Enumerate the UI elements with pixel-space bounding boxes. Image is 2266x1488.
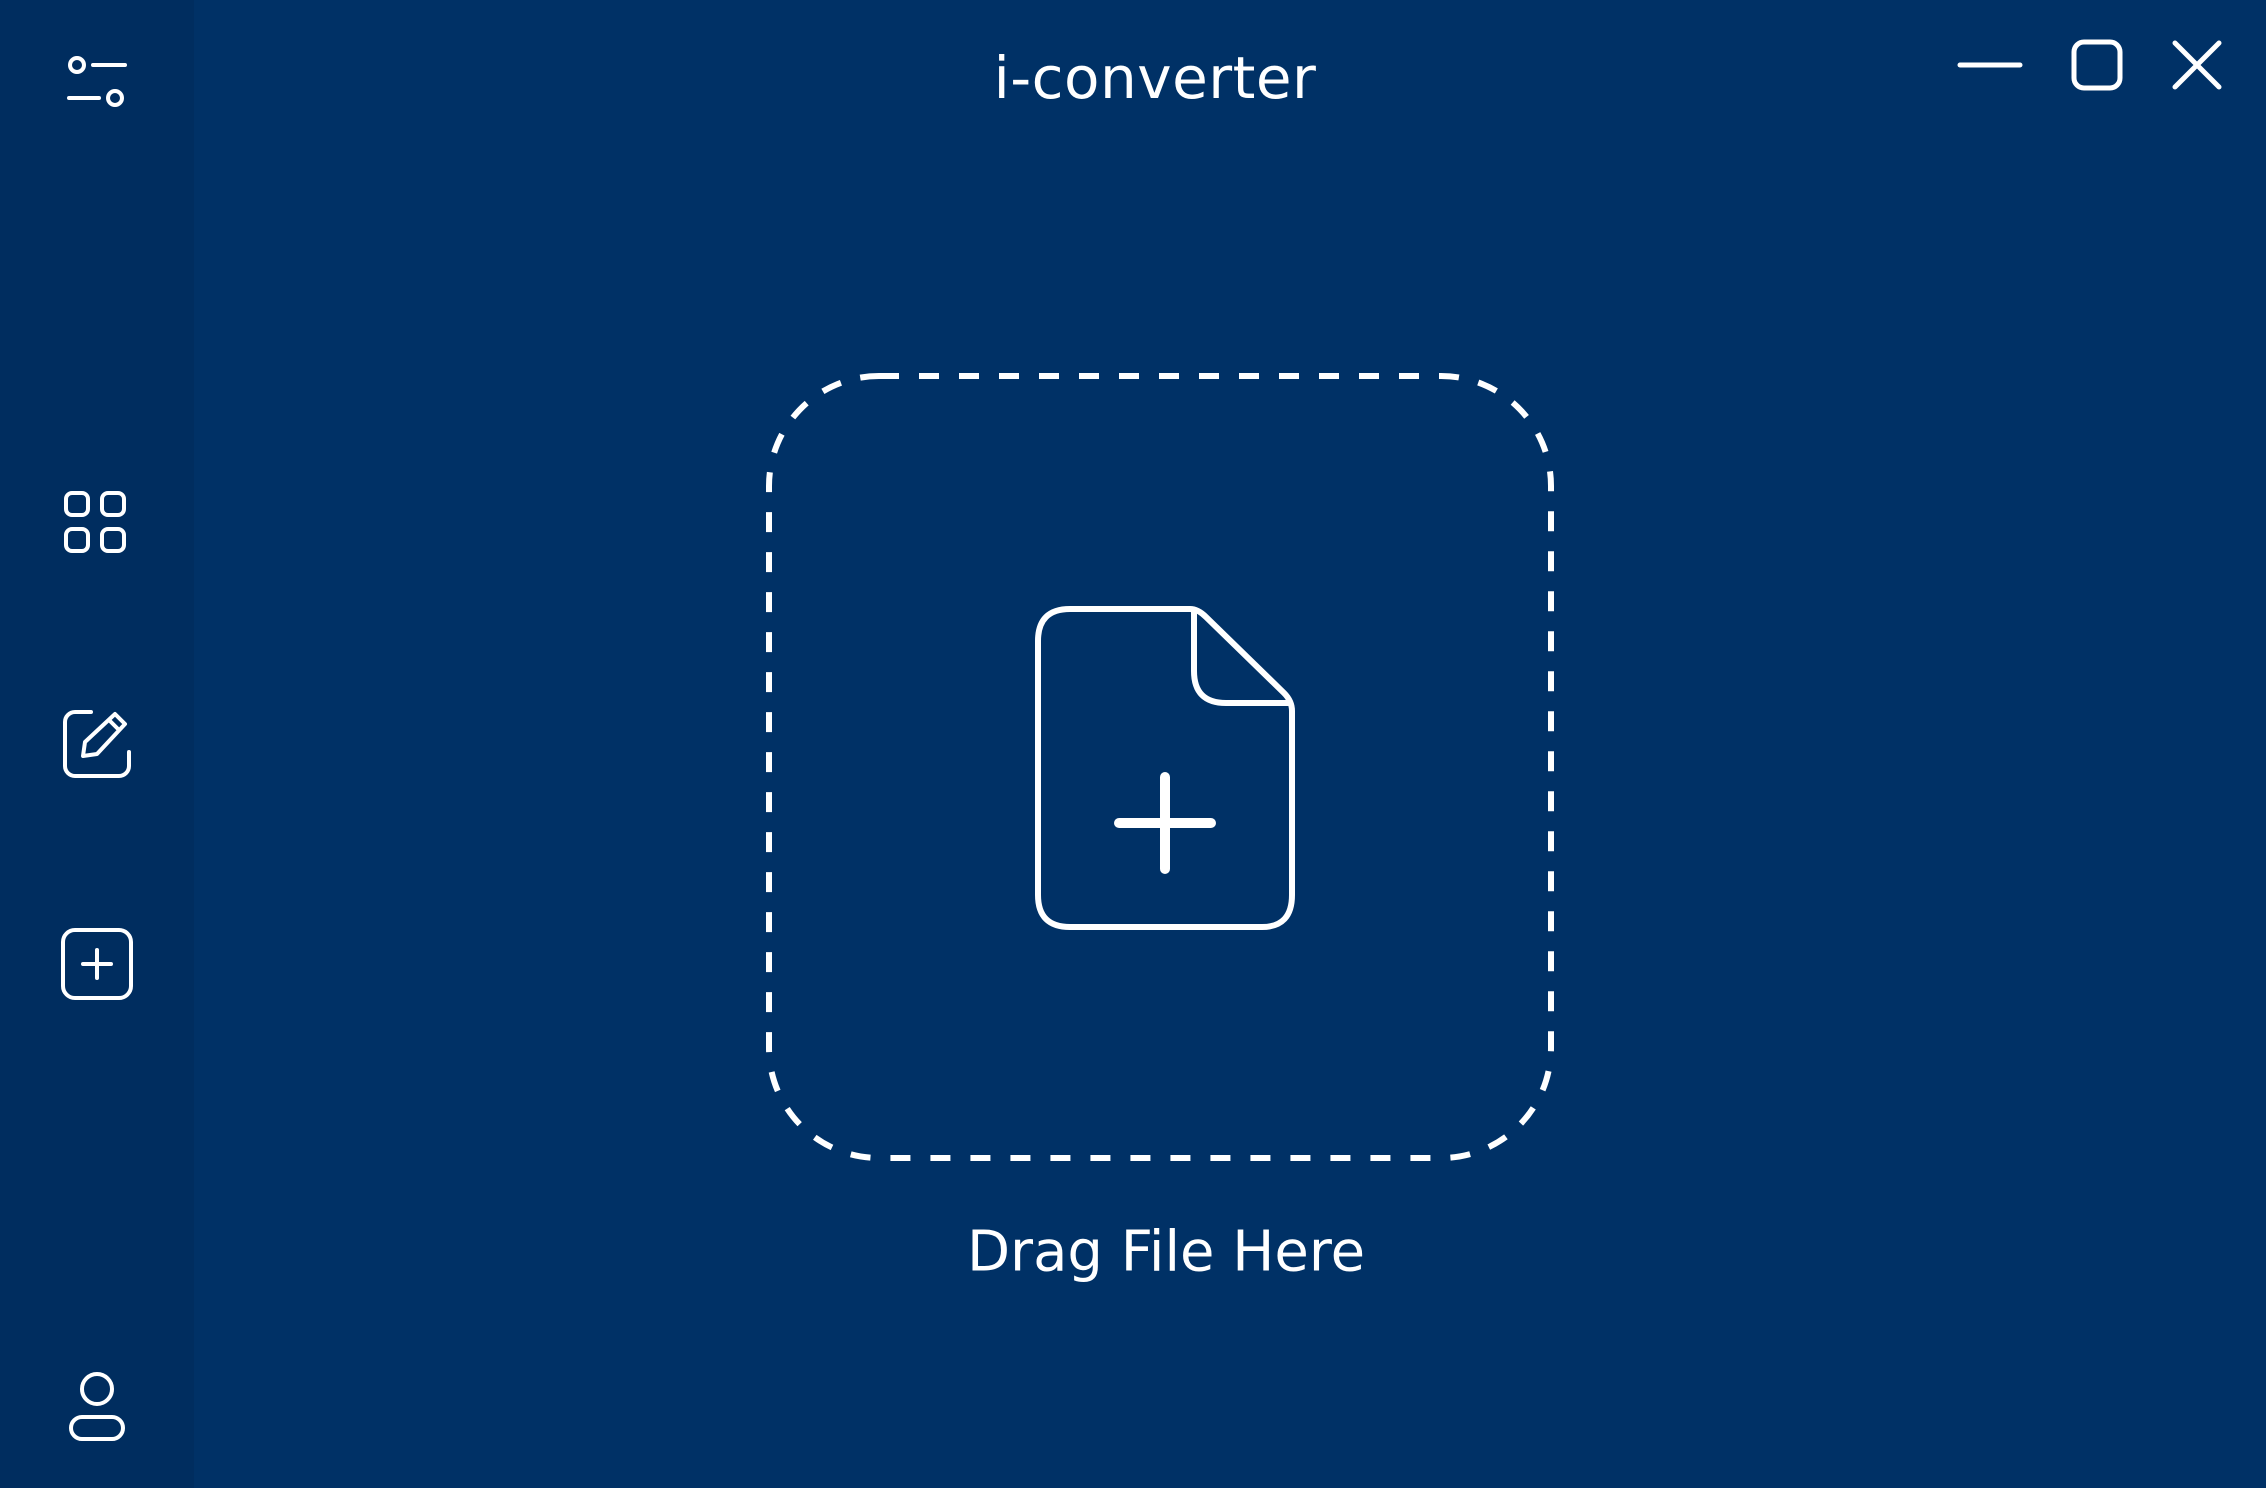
file-add-icon <box>1035 606 1295 930</box>
account-button[interactable] <box>57 1370 137 1444</box>
settings-button[interactable] <box>57 50 137 114</box>
maximize-icon <box>2071 39 2123 91</box>
maximize-button[interactable] <box>2057 30 2137 100</box>
plus-square-icon <box>61 928 133 1000</box>
dropzone-label: Drag File Here <box>966 1219 1366 1285</box>
minimize-button[interactable] <box>1950 30 2030 100</box>
close-icon <box>2172 40 2222 90</box>
edit-icon <box>63 710 131 778</box>
minimize-icon <box>1957 62 2023 68</box>
close-button[interactable] <box>2157 30 2237 100</box>
file-dropzone[interactable] <box>766 373 1554 1161</box>
edit-button[interactable] <box>57 706 137 782</box>
sidebar <box>0 0 194 1488</box>
user-icon <box>69 1372 125 1441</box>
apps-button[interactable] <box>57 488 137 558</box>
grid-icon <box>64 491 126 553</box>
add-button[interactable] <box>57 926 137 1002</box>
sliders-icon <box>67 56 127 107</box>
app-title: i-converter <box>993 44 1317 112</box>
app-window: i-converter Drag File Here <box>0 0 2266 1488</box>
